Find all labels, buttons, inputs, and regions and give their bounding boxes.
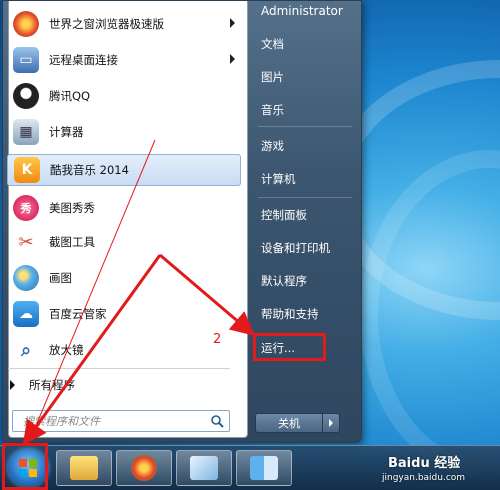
annotation-step-number: 2 (213, 332, 222, 347)
all-programs-label: 所有程序 (29, 378, 75, 392)
qq-penguin-icon (13, 83, 39, 109)
run-highlight-box (253, 333, 326, 361)
program-label: 画图 (49, 271, 72, 285)
program-item-calculator[interactable]: ▦ 计算器 (7, 116, 241, 148)
user-name-link[interactable]: Administrator (253, 0, 357, 24)
chevron-right-icon (10, 380, 15, 390)
chevron-right-icon (230, 18, 235, 28)
folder-icon (70, 456, 98, 480)
devices-printers-link[interactable]: 设备和打印机 (253, 235, 357, 261)
kuwo-music-icon: K (14, 157, 40, 183)
chevron-right-icon (329, 419, 333, 427)
program-label: 百度云管家 (49, 307, 107, 321)
program-item-world-browser[interactable]: 世界之窗浏览器极速版 (7, 8, 241, 40)
documents-link[interactable]: 文档 (253, 31, 357, 57)
program-label: 世界之窗浏览器极速版 (49, 17, 164, 31)
programs-separator (8, 368, 230, 369)
taskbar-notepad-button[interactable] (176, 450, 232, 486)
baidu-cloud-icon: ☁ (13, 301, 39, 327)
taskbar-finder-button[interactable] (236, 450, 292, 486)
snipping-tool-icon: ✂ (18, 231, 34, 253)
start-highlight-box (2, 443, 48, 490)
finder-icon (250, 456, 278, 480)
music-link[interactable]: 音乐 (253, 97, 357, 123)
program-label: 酷我音乐 2014 (50, 163, 129, 177)
world-browser-icon (13, 11, 39, 37)
remote-desktop-icon: ▭ (13, 47, 39, 73)
shutdown-button[interactable]: 关机 (255, 413, 323, 433)
watermark-brand: Baidu 经验 (388, 456, 461, 471)
help-support-link[interactable]: 帮助和支持 (253, 301, 357, 327)
right-separator (258, 197, 352, 198)
program-item-snipping-tool[interactable]: ✂ 截图工具 (7, 226, 241, 258)
program-item-remote-desktop[interactable]: ▭ 远程桌面连接 (7, 44, 241, 76)
program-label: 远程桌面连接 (49, 53, 118, 67)
games-link[interactable]: 游戏 (253, 133, 357, 159)
world-browser-icon (131, 455, 157, 481)
program-item-qq[interactable]: 腾讯QQ (7, 80, 241, 112)
program-item-meitu[interactable]: 秀 美图秀秀 (7, 192, 241, 224)
search-placeholder: 搜索程序和文件 (23, 415, 100, 428)
program-label: 美图秀秀 (49, 201, 95, 215)
paint-icon (13, 265, 39, 291)
program-item-kuwo[interactable]: K 酷我音乐 2014 (7, 154, 241, 186)
magnifier-icon: ⌕ (20, 339, 32, 361)
meitu-icon: 秀 (13, 195, 39, 221)
taskbar-explorer-button[interactable] (56, 450, 112, 486)
taskbar-browser-button[interactable] (116, 450, 172, 486)
pictures-link[interactable]: 图片 (253, 64, 357, 90)
shutdown-options-button[interactable] (323, 413, 340, 433)
search-input[interactable]: 搜索程序和文件 (12, 410, 230, 432)
control-panel-link[interactable]: 控制面板 (253, 202, 357, 228)
calculator-icon: ▦ (13, 119, 39, 145)
all-programs-button[interactable]: 所有程序 (10, 374, 75, 396)
default-programs-link[interactable]: 默认程序 (253, 268, 357, 294)
chevron-right-icon (230, 54, 235, 64)
watermark-url: jingyan.baidu.com (382, 473, 466, 483)
right-separator (258, 126, 352, 127)
notepad-icon (190, 456, 218, 480)
program-item-magnifier[interactable]: ⌕ 放大镜 (7, 334, 241, 366)
program-label: 放大镜 (49, 343, 84, 357)
computer-link[interactable]: 计算机 (253, 166, 357, 192)
search-icon (211, 415, 224, 428)
program-label: 计算器 (49, 125, 84, 139)
program-label: 腾讯QQ (49, 89, 91, 103)
program-item-paint[interactable]: 画图 (7, 262, 241, 294)
program-label: 截图工具 (49, 235, 95, 249)
program-item-baidu-cloud[interactable]: ☁ 百度云管家 (7, 298, 241, 330)
